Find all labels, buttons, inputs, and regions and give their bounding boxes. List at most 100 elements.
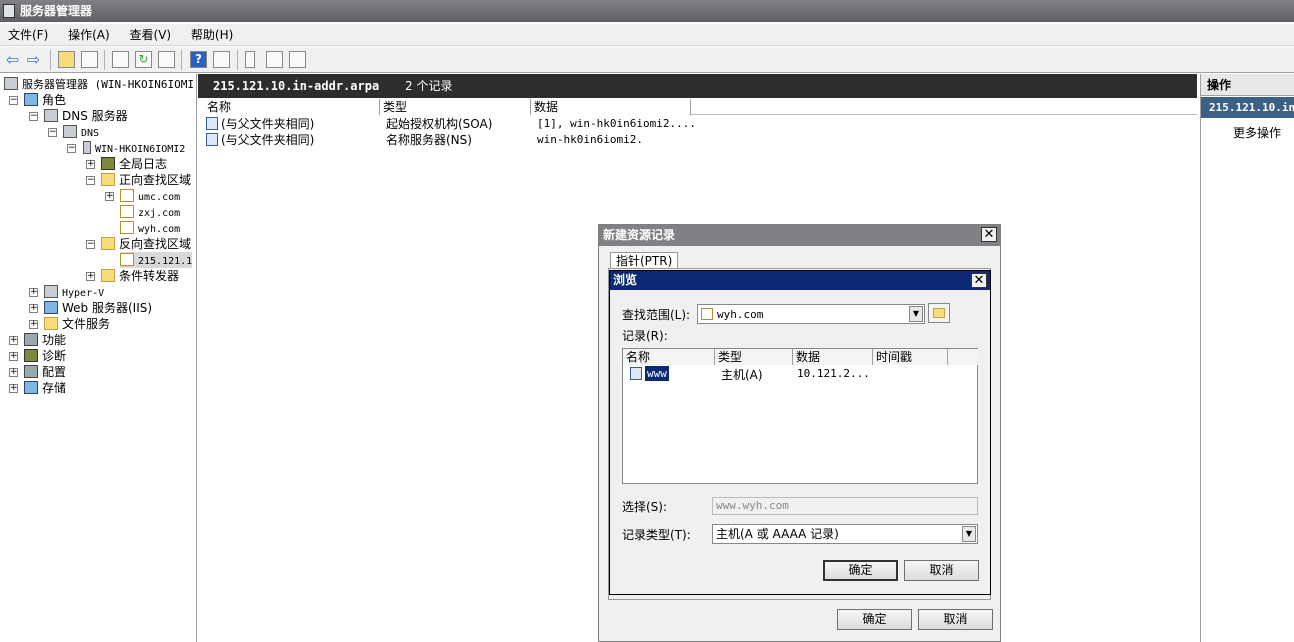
- tree-item-zone-wyh[interactable]: wyh.com: [120, 220, 180, 236]
- record-icon: [206, 133, 218, 146]
- menu-action[interactable]: 操作(A): [60, 24, 118, 46]
- expand-toggle-icon[interactable]: +: [9, 368, 18, 377]
- window-title: 服务器管理器: [20, 4, 93, 18]
- tree-item-iis[interactable]: Web 服务器(IIS): [44, 300, 152, 316]
- selection-field[interactable]: www.wyh.com: [712, 497, 978, 515]
- menu-help[interactable]: 帮助(H): [183, 24, 241, 46]
- expand-toggle-icon[interactable]: +: [86, 160, 95, 169]
- column-header-type[interactable]: 类型: [715, 349, 793, 365]
- menu-file[interactable]: 文件(F): [0, 24, 56, 46]
- record-type-dropdown[interactable]: 主机(A 或 AAAA 记录) ▼: [712, 524, 978, 544]
- tab-ptr[interactable]: 指针(PTR): [610, 252, 678, 269]
- up-one-level-button[interactable]: [928, 303, 950, 323]
- zone-icon[interactable]: [289, 51, 306, 68]
- tree-item-server-manager[interactable]: 服务器管理器 (WIN-HKOIN6IOMI: [4, 76, 194, 92]
- properties-icon[interactable]: [112, 51, 129, 68]
- log-icon: [101, 157, 115, 170]
- tree-item-zone-zxj[interactable]: zxj.com: [120, 204, 180, 220]
- table-row[interactable]: (与父文件夹相同) 起始授权机构(SOA) [1], win-hk0in6iom…: [204, 116, 884, 132]
- dialog-ok-button[interactable]: 确定: [837, 609, 912, 630]
- tree-item-reverse-zone[interactable]: 215.121.1: [120, 252, 193, 268]
- zone-file-icon: [120, 221, 134, 234]
- browse-ok-button[interactable]: 确定: [823, 560, 898, 581]
- tree-item-dns[interactable]: DNS: [63, 124, 99, 140]
- expand-toggle-icon[interactable]: +: [9, 384, 18, 393]
- column-header-name[interactable]: 名称: [204, 99, 380, 115]
- tree-item-reverse-zones[interactable]: 反向查找区域: [101, 236, 191, 252]
- refresh-icon[interactable]: ↻: [135, 51, 152, 68]
- export-list-icon[interactable]: [158, 51, 175, 68]
- collapse-toggle-icon[interactable]: −: [29, 112, 38, 121]
- tree-item-dns-server[interactable]: DNS 服务器: [44, 108, 128, 124]
- expand-toggle-icon[interactable]: +: [86, 272, 95, 281]
- dialog-title: 新建资源记录: [599, 225, 1000, 246]
- tree-item-features[interactable]: 功能: [24, 332, 66, 348]
- collapse-toggle-icon[interactable]: −: [48, 128, 57, 137]
- list-icon[interactable]: [266, 51, 283, 68]
- zone-title: 215.121.10.in-addr.arpa: [213, 79, 380, 93]
- folder-icon: [101, 269, 115, 282]
- zone-file-icon: [120, 253, 134, 266]
- column-header-data[interactable]: 数据: [531, 99, 691, 115]
- scope-label: 查找范围(L):: [622, 308, 691, 322]
- toolbar-separator: [181, 50, 182, 70]
- browse-cancel-button[interactable]: 取消: [904, 560, 979, 581]
- collapse-toggle-icon[interactable]: −: [86, 240, 95, 249]
- expand-toggle-icon[interactable]: +: [29, 304, 38, 313]
- menu-bar: 文件(F) 操作(A) 查看(V) 帮助(H): [0, 24, 1294, 46]
- menu-view[interactable]: 查看(V): [122, 24, 180, 46]
- close-icon[interactable]: ✕: [981, 227, 997, 242]
- browse-dialog-title: 浏览: [610, 271, 990, 290]
- chevron-down-icon[interactable]: ▼: [909, 306, 923, 322]
- tree-item-global-log[interactable]: 全局日志: [101, 156, 167, 172]
- more-actions-link[interactable]: 更多操作: [1233, 124, 1281, 141]
- column-header-data[interactable]: 数据: [793, 349, 873, 365]
- show-hide-tree-icon[interactable]: [81, 51, 98, 68]
- up-folder-icon[interactable]: [58, 51, 75, 68]
- configuration-icon: [24, 365, 38, 378]
- server-icon[interactable]: [245, 51, 255, 68]
- server-manager-icon: [3, 4, 15, 18]
- zone-file-icon: [120, 189, 134, 202]
- tree-item-storage[interactable]: 存储: [24, 380, 66, 396]
- tree-item-hyperv[interactable]: Hyper-V: [44, 284, 104, 300]
- server-manager-icon: [4, 77, 18, 90]
- chevron-down-icon[interactable]: ▼: [962, 526, 976, 542]
- column-header-filler: [948, 349, 978, 365]
- expand-toggle-icon[interactable]: +: [29, 320, 38, 329]
- column-header-timestamp[interactable]: 时间戳: [873, 349, 948, 365]
- tree-item-roles[interactable]: 角色: [24, 92, 66, 108]
- expand-toggle-icon[interactable]: +: [9, 352, 18, 361]
- records-label: 记录(R):: [622, 329, 668, 343]
- collapse-toggle-icon[interactable]: −: [67, 144, 76, 153]
- navigation-tree: 服务器管理器 (WIN-HKOIN6IOMI − 角色 − DNS 服务器 − …: [0, 74, 197, 642]
- tree-item-diagnostics[interactable]: 诊断: [24, 348, 66, 364]
- back-icon[interactable]: ⇦: [4, 51, 21, 68]
- record-count: 2 个记录: [405, 79, 453, 93]
- expand-toggle-icon[interactable]: +: [105, 192, 114, 201]
- show-hide-action-pane-icon[interactable]: [213, 51, 230, 68]
- hyperv-icon: [44, 285, 58, 298]
- records-column-headers: 名称 类型 数据: [204, 99, 1197, 115]
- dialog-cancel-button[interactable]: 取消: [918, 609, 993, 630]
- actions-zone-title[interactable]: 215.121.10.in: [1201, 97, 1294, 118]
- forward-icon[interactable]: ⇨: [25, 51, 42, 68]
- tree-item-conditional-forwarders[interactable]: 条件转发器: [101, 268, 179, 284]
- tree-item-host[interactable]: WIN-HKOIN6IOMI2: [83, 140, 185, 156]
- column-header-type[interactable]: 类型: [380, 99, 531, 115]
- tree-item-zone-umc[interactable]: umc.com: [120, 188, 180, 204]
- tree-item-forward-zones[interactable]: 正向查找区域: [101, 172, 191, 188]
- dns-icon: [63, 125, 77, 138]
- help-icon[interactable]: ?: [190, 51, 207, 68]
- close-icon[interactable]: ✕: [971, 273, 987, 288]
- expand-toggle-icon[interactable]: +: [29, 288, 38, 297]
- expand-toggle-icon[interactable]: +: [9, 336, 18, 345]
- tree-item-file-services[interactable]: 文件服务: [44, 316, 110, 332]
- collapse-toggle-icon[interactable]: −: [86, 176, 95, 185]
- column-header-name[interactable]: 名称: [623, 349, 715, 365]
- collapse-toggle-icon[interactable]: −: [9, 96, 18, 105]
- scope-dropdown[interactable]: wyh.com ▼: [697, 304, 925, 324]
- tree-item-configuration[interactable]: 配置: [24, 364, 66, 380]
- table-row[interactable]: (与父文件夹相同) 名称服务器(NS) win-hk0in6iomi2.: [204, 132, 884, 148]
- record-name-selected[interactable]: www: [645, 366, 669, 381]
